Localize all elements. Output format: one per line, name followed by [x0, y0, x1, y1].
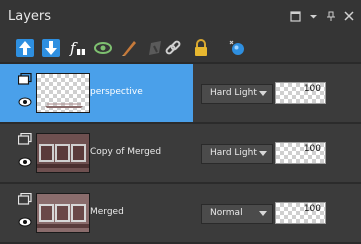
- layers-list: perspective Hard Light 100 Copy of Merge…: [0, 64, 361, 244]
- layer-thumbnail: [36, 193, 90, 233]
- layer-thumbnail: [36, 133, 90, 173]
- blend-mode-dropdown[interactable]: Hard Light: [201, 144, 273, 164]
- layer-type-icon: [17, 192, 32, 205]
- panel-title: Layers: [8, 9, 52, 24]
- blend-mode-value: Hard Light: [210, 88, 257, 98]
- opacity-field[interactable]: 100: [275, 202, 326, 224]
- opacity-field[interactable]: 100: [275, 82, 326, 104]
- blend-mode-dropdown[interactable]: Normal: [201, 204, 273, 224]
- move-up-icon[interactable]: [14, 37, 36, 59]
- visibility-eye-icon[interactable]: [18, 217, 32, 227]
- layer-row-perspective[interactable]: perspective Hard Light 100: [0, 64, 361, 124]
- layer-row-merged[interactable]: Merged Normal 100: [0, 184, 361, 244]
- chevron-down-icon: [259, 91, 267, 96]
- panel-title-bar: Layers: [0, 0, 361, 32]
- layer-row-left[interactable]: perspective: [0, 64, 193, 122]
- new-layer-from-image-icon[interactable]: f: [66, 37, 88, 59]
- chevron-down-icon[interactable]: [307, 10, 319, 22]
- visibility-eye-icon[interactable]: [18, 97, 32, 107]
- visibility-toggle-icon[interactable]: [92, 37, 114, 59]
- edit-mask-icon[interactable]: [118, 37, 140, 59]
- blend-mode-value: Hard Light: [210, 148, 257, 158]
- close-icon[interactable]: [343, 10, 355, 22]
- layer-effects-icon[interactable]: [226, 37, 248, 59]
- layers-panel: Layers f perspective Hard Light 100 Copy…: [0, 0, 361, 244]
- opacity-value: 100: [303, 144, 321, 154]
- layers-toolbar: f: [0, 33, 361, 63]
- restore-icon[interactable]: [289, 10, 301, 22]
- layer-type-icon: [17, 72, 32, 85]
- layer-name: Merged: [90, 207, 124, 217]
- chevron-down-icon: [259, 211, 267, 216]
- layer-name: perspective: [90, 87, 143, 97]
- layer-row-copy-of-merged[interactable]: Copy of Merged Hard Light 100: [0, 124, 361, 184]
- layer-type-icon: [17, 132, 32, 145]
- chevron-down-icon: [259, 151, 267, 156]
- layer-row-left[interactable]: Merged: [0, 184, 193, 242]
- visibility-eye-icon[interactable]: [18, 157, 32, 167]
- move-down-icon[interactable]: [40, 37, 62, 59]
- svg-text:f: f: [69, 39, 78, 57]
- opacity-field[interactable]: 100: [275, 142, 326, 164]
- blend-mode-dropdown[interactable]: Hard Light: [201, 84, 273, 104]
- layer-thumbnail: [36, 73, 90, 113]
- window-controls: [289, 10, 355, 22]
- layer-name: Copy of Merged: [90, 147, 162, 157]
- lock-icon[interactable]: [190, 37, 212, 59]
- link-icon[interactable]: [162, 37, 184, 59]
- layer-row-left[interactable]: Copy of Merged: [0, 124, 193, 182]
- layer-row-controls: Normal 100: [197, 184, 361, 242]
- opacity-value: 100: [303, 84, 321, 94]
- layer-row-controls: Hard Light 100: [197, 64, 361, 122]
- blend-mode-value: Normal: [210, 208, 243, 218]
- pin-icon[interactable]: [325, 10, 337, 22]
- opacity-value: 100: [303, 204, 321, 214]
- layer-row-controls: Hard Light 100: [197, 124, 361, 182]
